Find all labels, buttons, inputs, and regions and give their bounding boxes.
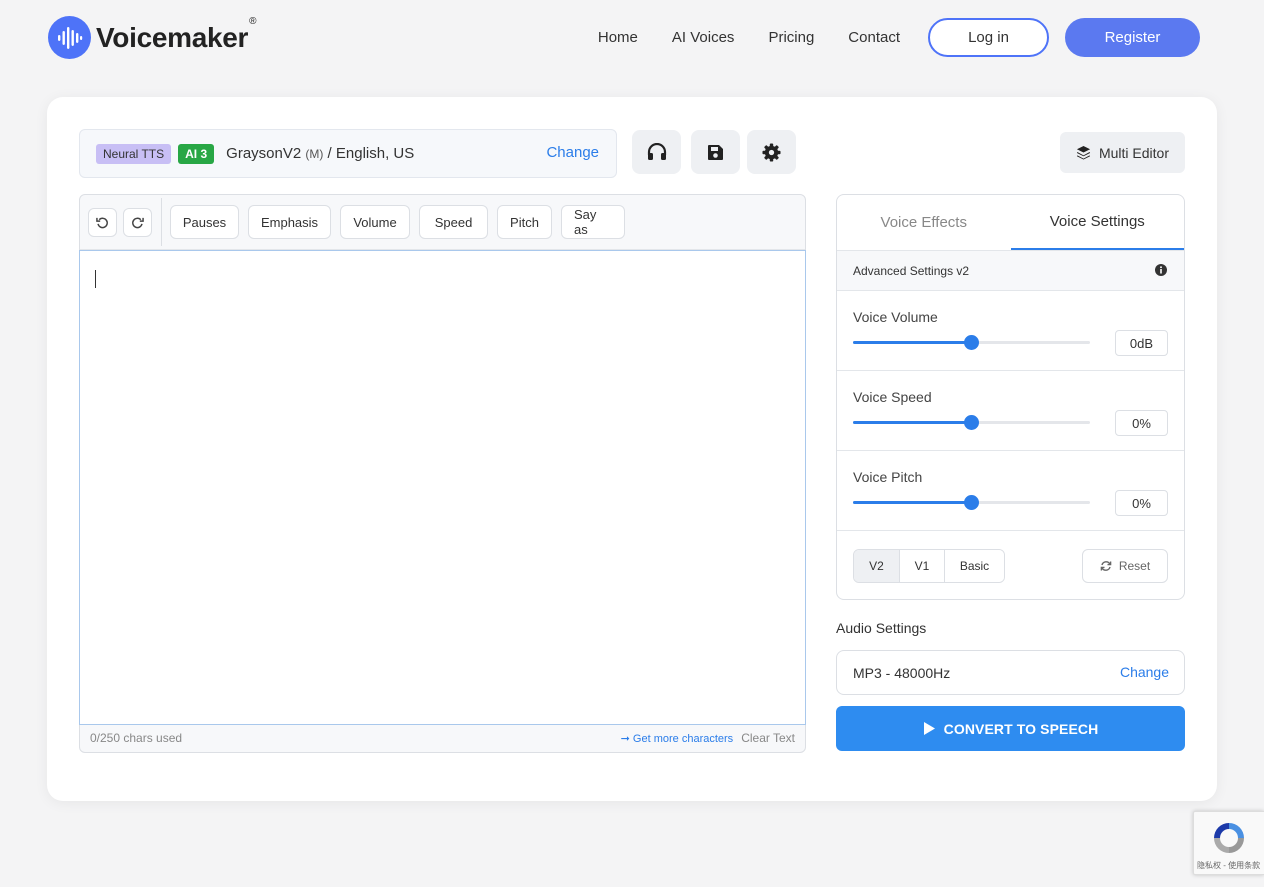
emphasis-button[interactable]: Emphasis	[248, 205, 331, 239]
audio-settings-title: Audio Settings	[836, 620, 927, 636]
change-voice-link[interactable]: Change	[546, 144, 599, 161]
volume-slider-group: Voice Volume 0dB	[837, 291, 1184, 371]
logo[interactable]: Voicemaker®	[48, 15, 257, 59]
advanced-settings-label: Advanced Settings v2	[853, 263, 970, 278]
change-audio-link[interactable]: Change	[1120, 664, 1169, 680]
nav-home[interactable]: Home	[598, 19, 638, 57]
advanced-settings-header: Advanced Settings v2	[837, 251, 1184, 291]
volume-slider-fill	[853, 341, 972, 344]
reset-label: Reset	[1118, 559, 1151, 573]
pitch-button[interactable]: Pitch	[497, 205, 552, 239]
reset-button[interactable]: Reset	[1082, 549, 1168, 583]
pitch-slider-thumb[interactable]	[964, 495, 979, 510]
volume-slider[interactable]	[853, 335, 1090, 350]
multi-editor-label: Multi Editor	[1098, 144, 1170, 161]
voice-name: GraysonV2 (M) / English, US	[226, 145, 415, 162]
editor-toolbar: Pauses Emphasis Volume Speed Pitch Say a…	[80, 195, 805, 250]
save-button[interactable]	[691, 130, 740, 174]
text-editor: Pauses Emphasis Volume Speed Pitch Say a…	[79, 194, 806, 753]
redo-button[interactable]	[123, 207, 152, 237]
logo-text: Voicemaker®	[96, 15, 257, 53]
login-button[interactable]: Log in	[928, 18, 1049, 57]
version-toggle: V2 V1 Basic	[853, 549, 1005, 583]
tab-voice-effects[interactable]: Voice Effects	[837, 195, 1011, 250]
volume-value[interactable]: 0dB	[1115, 330, 1168, 356]
undo-button[interactable]	[88, 207, 117, 237]
headphones-icon	[647, 143, 666, 160]
pitch-slider-group: Voice Pitch 0%	[837, 451, 1184, 531]
site-header: Voicemaker® Home AI Voices Pricing Conta…	[0, 0, 1264, 80]
logo-waveform-icon	[48, 16, 91, 59]
speed-label: Voice Speed	[853, 389, 932, 405]
audio-format-value: MP3 - 48000Hz	[853, 664, 951, 681]
info-icon[interactable]	[1155, 264, 1167, 276]
speed-slider-fill	[853, 421, 972, 424]
layers-icon	[1076, 145, 1091, 160]
text-input-area[interactable]	[79, 250, 806, 725]
speed-slider-thumb[interactable]	[964, 415, 979, 430]
save-icon	[708, 144, 723, 160]
pitch-value[interactable]: 0%	[1115, 490, 1168, 516]
text-cursor	[95, 270, 96, 288]
speed-slider-group: Voice Speed 0%	[837, 371, 1184, 451]
voice-selector[interactable]: Neural TTS AI 3 GraysonV2 (M) / English,…	[79, 129, 617, 178]
volume-slider-thumb[interactable]	[964, 335, 979, 350]
main-nav: Home AI Voices Pricing Contact Log in Re…	[598, 18, 1200, 57]
preview-voice-button[interactable]	[632, 130, 681, 174]
ai-version-badge: AI 3	[178, 143, 215, 164]
pitch-slider-fill	[853, 501, 972, 504]
undo-icon	[96, 217, 108, 228]
speed-value[interactable]: 0%	[1115, 410, 1168, 436]
nav-ai-voices[interactable]: AI Voices	[672, 19, 735, 57]
register-button[interactable]: Register	[1065, 18, 1200, 57]
pitch-label: Voice Pitch	[853, 469, 923, 485]
nav-pricing[interactable]: Pricing	[768, 19, 814, 57]
recaptcha-terms[interactable]: 隐私权 - 使用条款	[1197, 860, 1260, 871]
play-icon	[923, 722, 935, 735]
speed-slider[interactable]	[853, 415, 1090, 430]
get-more-characters-link[interactable]: ➞ Get more characters	[621, 732, 734, 745]
version-v2-button[interactable]: V2	[854, 550, 900, 582]
recaptcha-icon	[1214, 823, 1244, 853]
char-count: 0/250 chars used	[90, 731, 183, 745]
version-v1-button[interactable]: V1	[900, 550, 945, 582]
recaptcha-badge[interactable]: 隐私权 - 使用条款	[1193, 811, 1264, 875]
say-as-button[interactable]: Say as	[561, 205, 625, 239]
refresh-icon	[1100, 561, 1112, 571]
audio-format-box: MP3 - 48000Hz Change	[836, 650, 1185, 695]
toolbar-divider	[161, 198, 162, 246]
version-basic-button[interactable]: Basic	[945, 550, 1004, 582]
volume-label: Voice Volume	[853, 309, 938, 325]
pitch-slider[interactable]	[853, 495, 1090, 510]
clear-text-link[interactable]: Clear Text	[741, 731, 795, 745]
settings-tabs: Voice Effects Voice Settings	[837, 195, 1184, 251]
settings-button[interactable]	[747, 130, 796, 174]
tab-voice-settings[interactable]: Voice Settings	[1010, 195, 1184, 250]
main-card: Neural TTS AI 3 GraysonV2 (M) / English,…	[47, 97, 1217, 801]
convert-to-speech-button[interactable]: CONVERT TO SPEECH	[836, 706, 1185, 751]
volume-button[interactable]: Volume	[340, 205, 410, 239]
pauses-button[interactable]: Pauses	[170, 205, 239, 239]
redo-icon	[132, 217, 144, 228]
speed-button[interactable]: Speed	[419, 205, 488, 239]
settings-icon	[762, 142, 781, 162]
nav-contact[interactable]: Contact	[848, 19, 900, 57]
multi-editor-button[interactable]: Multi Editor	[1060, 132, 1185, 173]
convert-label: CONVERT TO SPEECH	[943, 720, 1099, 737]
neural-tts-badge: Neural TTS	[96, 143, 172, 164]
editor-footer: 0/250 chars used ➞ Get more characters C…	[90, 731, 795, 745]
voice-settings-panel: Voice Effects Voice Settings Advanced Se…	[836, 194, 1185, 600]
